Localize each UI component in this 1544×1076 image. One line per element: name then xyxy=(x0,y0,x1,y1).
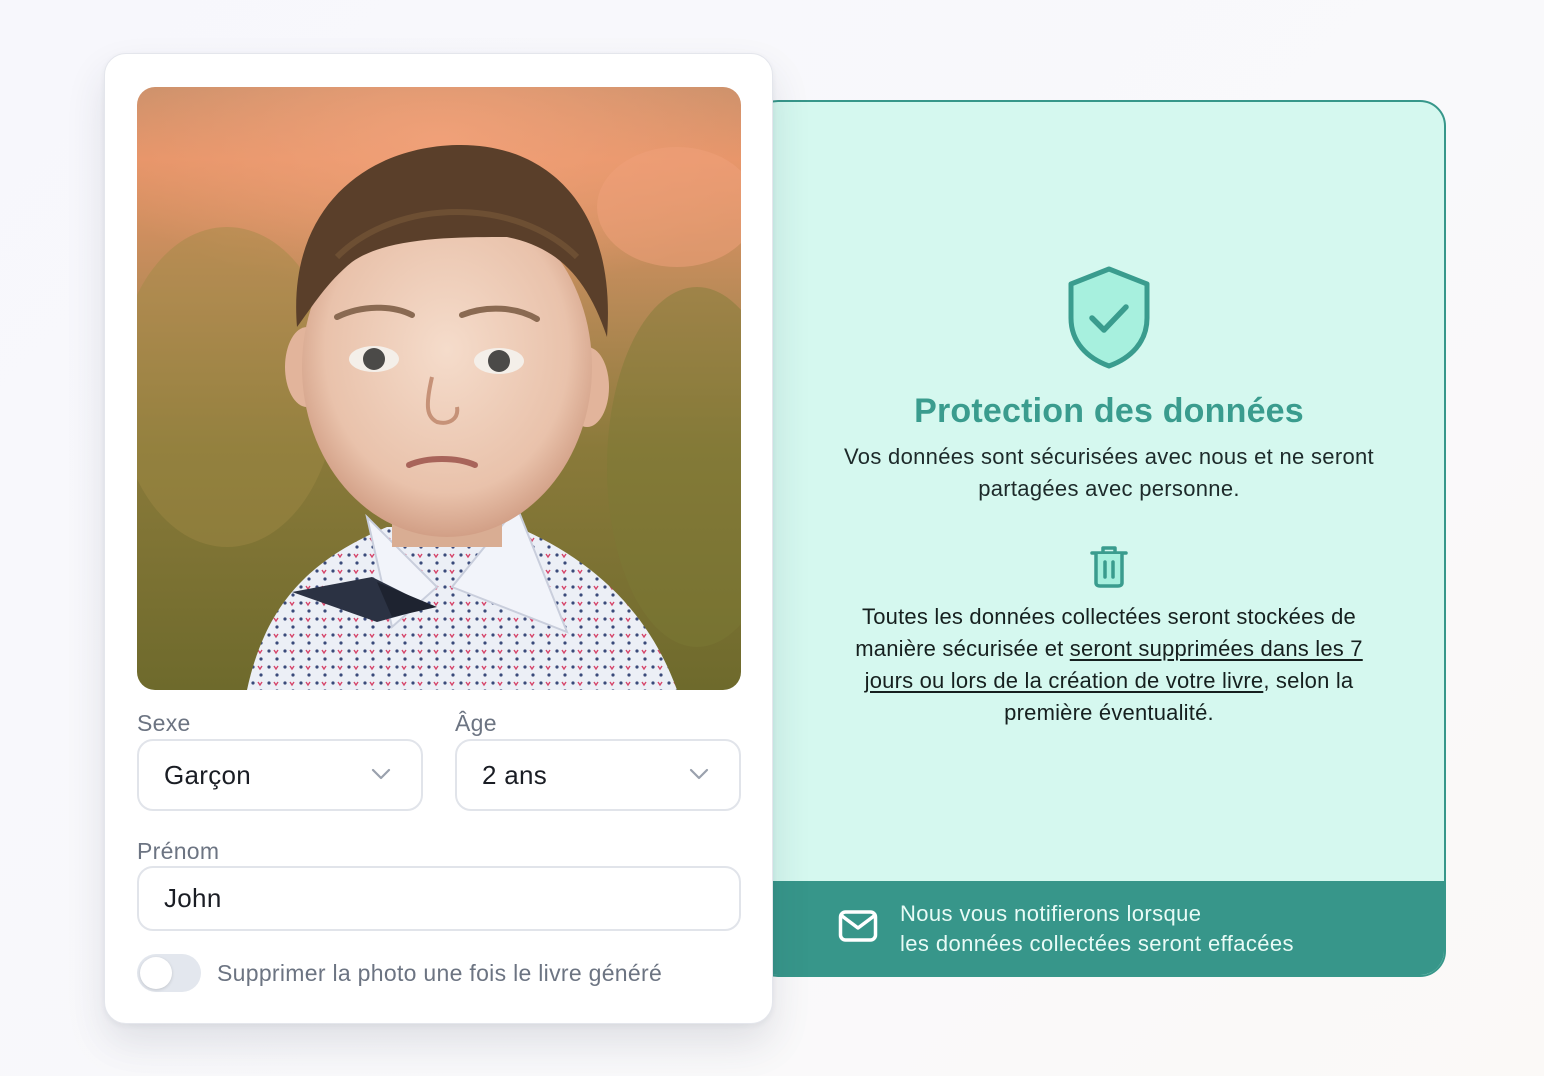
gender-select-value: Garçon xyxy=(164,759,252,790)
toggle-knob xyxy=(140,957,172,989)
child-form-card: Sexe Garçon Âge 2 ans Prénom John Suppri… xyxy=(104,53,773,1024)
gender-select[interactable]: Garçon xyxy=(137,739,423,811)
first-name-label: Prénom xyxy=(137,838,220,864)
child-photo[interactable] xyxy=(137,87,741,690)
shield-check-icon xyxy=(1068,266,1150,369)
child-photo-image xyxy=(137,87,741,690)
chevron-down-icon xyxy=(689,768,709,780)
trash-icon xyxy=(1090,546,1128,588)
notification-banner: Nous vous notifierons lorsque les donnée… xyxy=(754,881,1444,975)
chevron-down-icon xyxy=(371,768,391,780)
first-name-value: John xyxy=(164,883,222,913)
delete-photo-toggle[interactable] xyxy=(137,954,201,992)
notification-line-2: les données collectées seront effacées xyxy=(900,931,1294,956)
gender-label: Sexe xyxy=(137,710,191,736)
delete-photo-toggle-label: Supprimer la photo une fois le livre gén… xyxy=(217,960,663,986)
notification-text: Nous vous notifierons lorsque les donnée… xyxy=(900,899,1294,959)
data-deletion-text: Toutes les données collectées seront sto… xyxy=(829,601,1389,729)
protection-description: Vos données sont sécurisées avec nous et… xyxy=(844,444,1374,501)
notification-line-1: Nous vous notifierons lorsque xyxy=(900,901,1202,926)
protection-title: Protection des données xyxy=(914,392,1304,430)
data-protection-panel: Protection des données Vos données sont … xyxy=(752,100,1446,977)
first-name-input[interactable]: John xyxy=(137,866,741,931)
age-select-value: 2 ans xyxy=(482,759,548,790)
data-protection-content: Protection des données Vos données sont … xyxy=(774,102,1444,881)
age-select[interactable]: 2 ans xyxy=(455,739,741,811)
mail-icon xyxy=(838,910,878,942)
page: Protection des données Vos données sont … xyxy=(0,0,1544,1076)
age-label: Âge xyxy=(455,710,497,736)
